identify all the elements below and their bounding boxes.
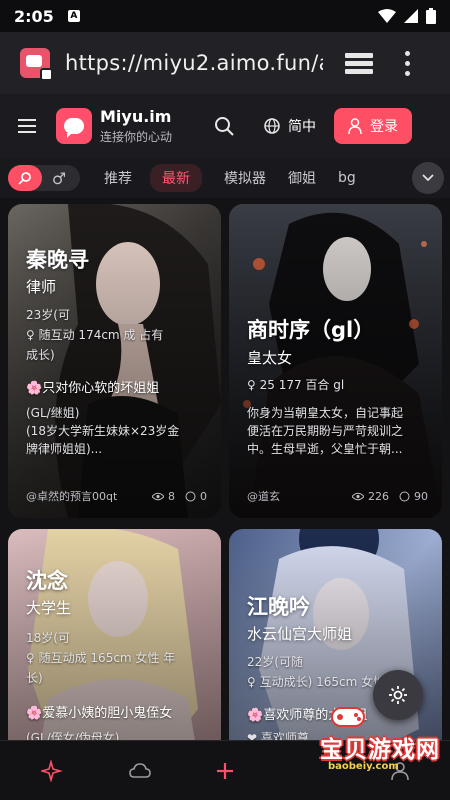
signal-icon bbox=[404, 9, 418, 23]
card-info-line: 23岁(可 bbox=[26, 308, 70, 322]
comment-count: 90 bbox=[399, 490, 428, 503]
card-role: 水云仙宫大师姐 bbox=[247, 625, 353, 643]
eye-icon bbox=[352, 492, 364, 500]
comment-count: 0 bbox=[185, 490, 207, 503]
card-footer: @卓然的预言00qt 8 0 bbox=[26, 488, 207, 504]
search-icon[interactable] bbox=[214, 116, 234, 136]
card-highlight: 🌸爱慕小姨的胆小鬼侄女 bbox=[26, 706, 173, 721]
nav-create[interactable] bbox=[213, 759, 237, 783]
gender-toggle[interactable]: ♂ bbox=[8, 165, 80, 191]
notification-a-icon: A bbox=[67, 10, 80, 22]
card-info-line: ♀ 随互动成 165cm 女性 年 bbox=[26, 651, 176, 665]
card-footer: @道玄 226 90 bbox=[247, 488, 428, 504]
tab-yujie[interactable]: 御姐 bbox=[288, 168, 316, 188]
watermark-title: 宝贝游戏网 bbox=[320, 737, 440, 763]
sparkle-icon bbox=[41, 760, 63, 782]
flower-icon: 🌸 bbox=[26, 381, 43, 396]
card-desc-line: (18岁大学新生妹妹×23岁金 bbox=[26, 424, 180, 438]
card-author[interactable]: @道玄 bbox=[247, 488, 342, 504]
tab-simulator[interactable]: 模拟器 bbox=[224, 168, 266, 188]
app-tagline: 连接你的心动 bbox=[100, 130, 173, 144]
card-desc-line: 便活在万民期盼与严苛规训之 bbox=[247, 424, 404, 438]
male-icon: ♂ bbox=[51, 168, 67, 188]
brand: Miyu.im 连接你的心动 bbox=[100, 107, 172, 145]
card-info-line: 成长) bbox=[26, 348, 55, 362]
language-switch[interactable]: 简中 bbox=[264, 116, 316, 136]
status-bar: 2:05 A bbox=[0, 0, 450, 32]
app-name: Miyu.im bbox=[100, 107, 172, 126]
wifi-icon bbox=[378, 9, 396, 23]
tabs-switcher-icon[interactable] bbox=[345, 51, 373, 75]
nav-chat[interactable] bbox=[128, 759, 152, 783]
user-icon bbox=[348, 118, 362, 134]
clock: 2:05 bbox=[14, 6, 54, 26]
tab-recommend[interactable]: 推荐 bbox=[104, 168, 132, 188]
status-icons bbox=[378, 8, 436, 24]
card-desc-line: 中。生母早逝，父皇忙于朝... bbox=[247, 442, 403, 456]
card-info-line: 18岁(可 bbox=[26, 631, 70, 645]
card-role: 大学生 bbox=[26, 599, 72, 617]
card-info-line: 长) bbox=[26, 671, 43, 685]
card-name: 沈念 bbox=[26, 569, 68, 593]
card-info-line: ♀ 随互动 174cm 成 占有 bbox=[26, 328, 164, 342]
language-label: 简中 bbox=[288, 119, 317, 135]
watermark-url: baobeiy.com bbox=[328, 761, 399, 772]
card-role: 皇太女 bbox=[247, 349, 293, 367]
view-count: 226 bbox=[352, 490, 389, 503]
url-bar[interactable]: https://miyu2.aimo.fun/a bbox=[65, 51, 323, 75]
comment-icon bbox=[399, 491, 410, 501]
browser-menu-icon[interactable] bbox=[405, 50, 411, 76]
browser-toolbar: https://miyu2.aimo.fun/a bbox=[0, 32, 450, 94]
card-name: 秦晚寻 bbox=[26, 248, 89, 272]
login-button[interactable]: 登录 bbox=[334, 108, 413, 144]
card-name: 江晚吟 bbox=[247, 595, 310, 619]
login-label: 登录 bbox=[370, 119, 399, 135]
gamepad-icon bbox=[331, 707, 365, 727]
character-card[interactable]: 沈念 大学生 18岁(可 ♀ 随互动成 165cm 女性 年 长) 🌸爱慕小姨的… bbox=[8, 529, 221, 759]
card-highlight: 🌸只对你心软的坏姐姐 bbox=[26, 381, 160, 396]
app-header: Miyu.im 连接你的心动 简中 登录 bbox=[0, 94, 450, 158]
card-desc-line: (GL/继姐) bbox=[26, 406, 80, 420]
tab-bg[interactable]: bg bbox=[338, 170, 356, 186]
search-female-icon bbox=[18, 172, 31, 185]
card-author[interactable]: @卓然的预言00qt bbox=[26, 488, 142, 504]
card-desc-line: 你身为当朝皇太女，自记事起 bbox=[247, 406, 404, 420]
character-card[interactable]: 秦晚寻 律师 23岁(可 ♀ 随互动 174cm 成 占有 成长) 🌸只对你心软… bbox=[8, 204, 221, 518]
chevron-down-icon[interactable] bbox=[412, 162, 444, 194]
plus-icon bbox=[217, 763, 233, 779]
card-role: 律师 bbox=[26, 278, 57, 296]
comment-icon bbox=[185, 491, 196, 501]
female-filter-button[interactable] bbox=[8, 165, 42, 191]
globe-icon bbox=[264, 118, 280, 134]
filter-bar: ♂ 推荐 最新 模拟器 御姐 bg bbox=[0, 158, 450, 198]
eye-icon bbox=[152, 492, 164, 500]
flower-icon: 🌸 bbox=[247, 708, 264, 723]
flower-icon: 🌸 bbox=[26, 706, 43, 721]
nav-discover[interactable] bbox=[40, 759, 64, 783]
card-desc-line: 牌律师姐姐)... bbox=[26, 442, 103, 456]
tab-latest[interactable]: 最新 bbox=[150, 164, 202, 192]
menu-icon[interactable] bbox=[18, 119, 36, 133]
site-security-icon[interactable] bbox=[20, 48, 53, 81]
card-info-line: ♀ 25 177 百合 gl bbox=[247, 378, 345, 392]
sun-settings-icon bbox=[389, 686, 407, 704]
card-name: 商时序（gl） bbox=[247, 318, 375, 342]
watermark-logo: 宝贝游戏网 baobeiy.com bbox=[320, 706, 448, 776]
male-filter-button[interactable]: ♂ bbox=[42, 169, 76, 188]
battery-icon bbox=[426, 8, 436, 24]
card-info-line: 22岁(可随 bbox=[247, 655, 303, 669]
character-card[interactable]: 商时序（gl） 皇太女 ♀ 25 177 百合 gl 你身为当朝皇太女，自记事起… bbox=[229, 204, 442, 518]
cloud-chat-icon bbox=[129, 763, 151, 778]
app-logo[interactable] bbox=[56, 108, 92, 144]
view-count: 8 bbox=[152, 490, 175, 503]
character-grid: 秦晚寻 律师 23岁(可 ♀ 随互动 174cm 成 占有 成长) 🌸只对你心软… bbox=[0, 198, 450, 759]
